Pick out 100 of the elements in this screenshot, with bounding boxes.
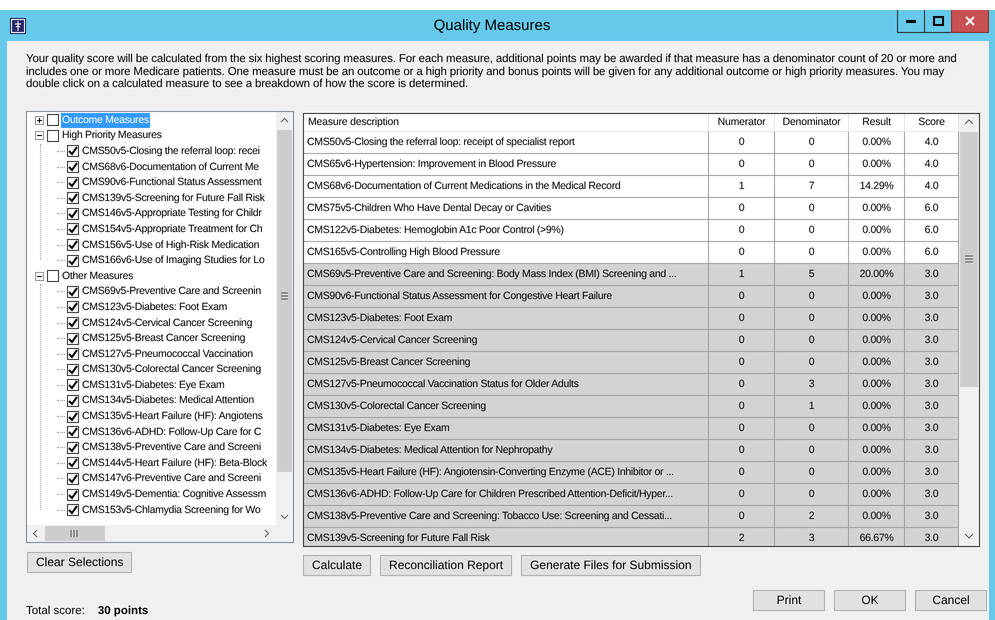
table-cell: 0 <box>709 220 775 242</box>
checkbox[interactable] <box>67 410 79 423</box>
table-cell: 0 <box>709 308 775 330</box>
checkbox[interactable] <box>47 270 59 282</box>
checkbox[interactable] <box>67 286 79 298</box>
table-cell: 1 <box>709 176 775 198</box>
expand-icon[interactable] <box>35 116 44 125</box>
tree-item[interactable]: CMS130v5-Colorectal Cancer Screening <box>81 362 262 378</box>
column-header[interactable]: Denominator <box>775 114 849 132</box>
tree-item[interactable]: CMS124v5-Cervical Cancer Screening <box>81 316 254 331</box>
checkbox[interactable] <box>67 379 79 392</box>
tree-item[interactable]: CMS138v5-Preventive Care and Screeni <box>81 440 262 456</box>
checkbox[interactable] <box>67 145 79 158</box>
tree-item[interactable]: CMS166v6-Use of Imaging Studies for Lo <box>81 253 266 268</box>
tree-item[interactable]: CMS131v5-Diabetes: Eye Exam <box>81 378 226 393</box>
tree-item[interactable]: CMS50v5-Closing the referral loop: recei <box>81 144 261 159</box>
checkbox[interactable] <box>67 426 79 438</box>
column-header[interactable]: Result <box>849 114 905 132</box>
tree-group-item[interactable]: Other Measures <box>61 268 134 284</box>
table-cell: 3.0 <box>905 396 959 418</box>
table-cell: 0 <box>709 154 775 176</box>
tree-item[interactable]: CMS153v5-Chlamydia Screening for Wo <box>81 502 262 518</box>
dialog-button[interactable]: Reconciliation Report <box>380 554 512 576</box>
tree-item[interactable]: CMS134v5-Diabetes: Medical Attention <box>81 393 255 408</box>
table-cell: 20.00% <box>849 264 905 286</box>
tree-item[interactable]: CMS149v5-Dementia: Cognitive Assessm <box>81 487 268 502</box>
checkbox[interactable] <box>67 457 79 470</box>
checkbox[interactable] <box>67 348 79 360</box>
table-cell: 0 <box>775 352 849 374</box>
tree-item[interactable]: CMS147v6-Preventive Care and Screeni <box>81 471 262 486</box>
collapse-icon[interactable] <box>35 131 44 140</box>
table-cell: CMS136v6-ADHD: Follow-Up Care for Children Prescribed Attention-Deficit/Hyper... <box>304 484 709 506</box>
tree-item[interactable]: CMS139v5-Screening for Future Fall Risk <box>81 190 266 206</box>
checkbox[interactable] <box>67 301 79 314</box>
dialog-button[interactable]: Print <box>753 590 825 610</box>
checkbox[interactable] <box>67 317 79 330</box>
column-header[interactable]: Measure description <box>304 114 709 132</box>
dialog-button[interactable]: Generate Files for Submission <box>521 554 700 576</box>
checkbox[interactable] <box>67 208 79 220</box>
tree-item[interactable]: CMS135v5-Heart Failure (HF): Angiotens <box>81 409 264 424</box>
tree-item[interactable]: CMS154v5-Appropriate Treatment for Ch <box>81 222 264 237</box>
table-cell: 0 <box>775 484 849 506</box>
minimize-button[interactable] <box>897 10 925 33</box>
table-cell: 3.0 <box>905 528 959 546</box>
tree-item[interactable]: CMS68v6-Documentation of Current Me <box>81 160 260 175</box>
tree-item[interactable]: CMS127v5-Pneumococcal Vaccination <box>81 346 254 362</box>
checkbox[interactable] <box>67 192 79 204</box>
dialog-button[interactable]: Calculate <box>303 554 372 576</box>
dialog-button[interactable]: Cancel <box>915 590 987 610</box>
table-cell: 0 <box>709 484 775 506</box>
tree-item[interactable]: CMS90v6-Functional Status Assessment <box>81 175 262 190</box>
checkbox[interactable] <box>67 223 79 236</box>
checkbox[interactable] <box>67 394 79 407</box>
tree-group-item[interactable]: High Priority Measures <box>61 128 163 144</box>
tree-item[interactable]: CMS136v6-ADHD: Follow-Up Care for C <box>81 424 262 440</box>
checkbox[interactable] <box>67 332 79 345</box>
tree-item[interactable]: CMS69v5-Preventive Care and Screenin <box>81 284 262 300</box>
checkbox[interactable] <box>67 239 79 252</box>
table-cell: 3.0 <box>905 352 959 374</box>
table-cell: 0.00% <box>849 308 905 330</box>
tree-item[interactable]: CMS156v5-Use of High-Risk Medication <box>81 238 260 253</box>
table-cell: 0 <box>775 418 849 440</box>
checkbox[interactable] <box>67 504 79 516</box>
close-icon <box>965 16 975 26</box>
table-cell: 0.00% <box>849 418 905 440</box>
table-cell: 2 <box>775 506 849 528</box>
table-cell: CMS131v5-Diabetes: Eye Exam <box>304 418 709 440</box>
dialog-button[interactable]: OK <box>834 590 906 610</box>
column-header[interactable]: Numerator <box>709 114 775 132</box>
tree-item[interactable]: CMS125v5-Breast Cancer Screening <box>81 331 246 346</box>
table-cell: 2 <box>709 528 775 546</box>
checkbox[interactable] <box>67 472 79 485</box>
table-cell: 0 <box>709 440 775 462</box>
checkbox[interactable] <box>67 442 79 454</box>
checkbox[interactable] <box>67 364 79 376</box>
checkbox[interactable] <box>67 488 79 501</box>
checkbox[interactable] <box>47 130 59 142</box>
tree-item[interactable]: CMS144v5-Heart Failure (HF): Beta-Block <box>81 456 268 471</box>
minimize-icon <box>906 20 916 22</box>
checkbox[interactable] <box>67 254 79 267</box>
table-cell: 0 <box>775 220 849 242</box>
collapse-icon[interactable] <box>35 272 44 281</box>
table-cell: 0 <box>775 462 849 484</box>
checkbox[interactable] <box>47 114 59 126</box>
table-cell: 0 <box>775 286 849 308</box>
checkbox[interactable] <box>67 161 79 174</box>
tree-item[interactable]: CMS123v5-Diabetes: Foot Exam <box>81 300 228 315</box>
table-cell: 0 <box>709 374 775 396</box>
total-score-value: 30 points <box>98 604 148 616</box>
table-cell: CMS125v5-Breast Cancer Screening <box>304 352 709 374</box>
table-cell: 0.00% <box>849 330 905 352</box>
table-cell: 3.0 <box>905 308 959 330</box>
checkbox[interactable] <box>67 176 79 189</box>
app-icon <box>10 18 26 34</box>
table-cell: 0 <box>775 132 849 154</box>
table-cell: 3.0 <box>905 264 959 286</box>
dialog-button[interactable]: Clear Selections <box>27 552 132 572</box>
table-cell: CMS124v5-Cervical Cancer Screening <box>304 330 709 352</box>
close-button[interactable] <box>951 10 989 33</box>
tree-item[interactable]: CMS146v5-Appropriate Testing for Childr <box>81 206 263 222</box>
